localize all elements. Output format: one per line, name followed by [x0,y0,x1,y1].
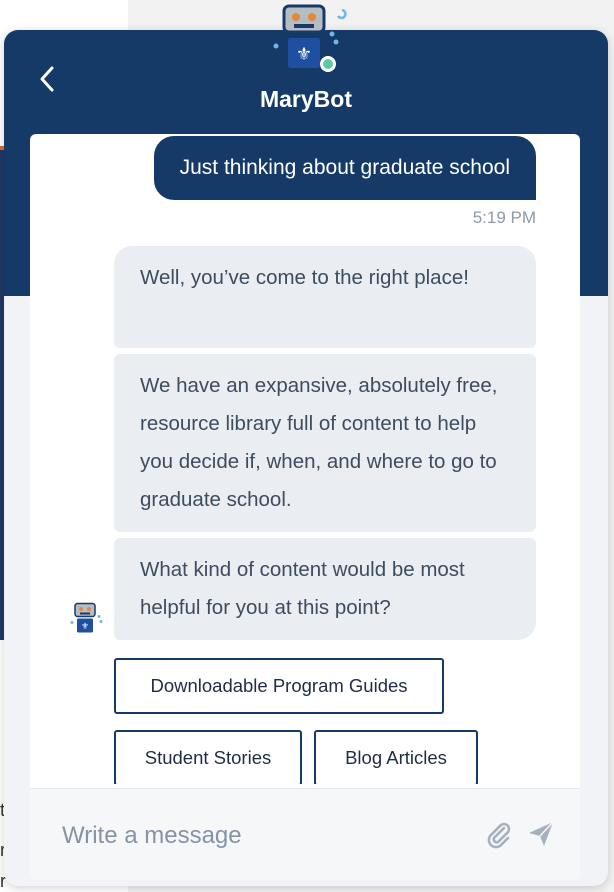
fleur-de-lis-icon: ⚜ [296,44,312,65]
message-input[interactable] [60,815,464,857]
conversation-panel: Just thinking about graduate school 5:19… [30,134,580,880]
svg-text:⚜: ⚜ [81,622,89,632]
bot-name: MaryBot [259,86,352,112]
send-icon [529,821,554,846]
robot-avatar-icon: ⚜ [273,4,347,72]
bot-message: Well, you’ve come to the right place! [114,246,536,348]
send-button[interactable] [526,819,556,849]
robot-avatar-icon: ⚜ [70,602,103,633]
message-list: Just thinking about graduate school 5:19… [30,134,580,784]
quick-reply-blog-articles[interactable]: Blog Articles [314,730,478,784]
message-composer [30,788,580,880]
bot-message: We have an expansive, absolutely free, r… [114,354,536,532]
attachment-icon [487,822,511,849]
attach-button[interactable] [484,820,514,850]
quick-reply-student-stories[interactable]: Student Stories [114,730,302,784]
bot-message: What kind of content would be most helpf… [114,538,536,640]
user-message: Just thinking about graduate school [153,136,536,200]
quick-reply-program-guides[interactable]: Downloadable Program Guides [114,658,444,714]
message-timestamp: 5:19 PM [472,208,536,227]
online-status-indicator [323,59,333,69]
chat-widget: MaryBot Just thinking about graduate sch… [4,30,608,886]
